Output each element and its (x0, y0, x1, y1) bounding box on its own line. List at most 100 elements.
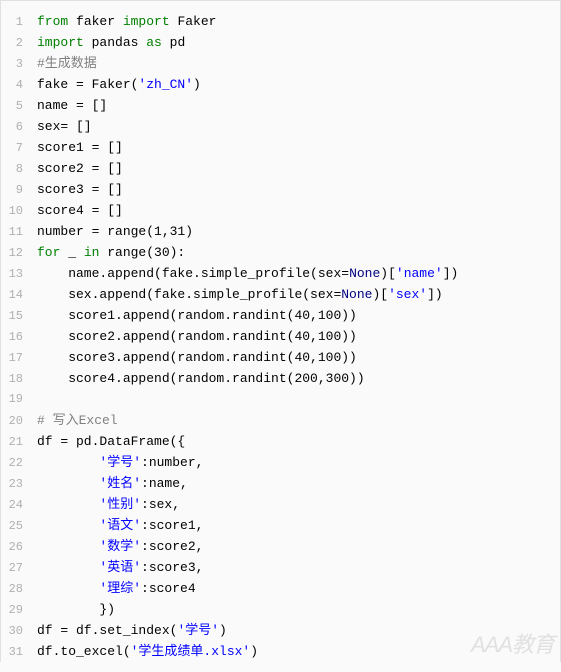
line-content: score2 = [] (37, 158, 560, 179)
code-line: 26 '数学':score2, (1, 536, 560, 557)
line-number: 15 (1, 306, 37, 327)
code-line: 8score2 = [] (1, 158, 560, 179)
line-content: score4.append(random.randint(200,300)) (37, 368, 560, 389)
token-str: '性别' (99, 497, 141, 512)
token-id: :name, (141, 476, 188, 491)
line-content: # 写入Excel (37, 410, 560, 431)
code-line: 9score3 = [] (1, 179, 560, 200)
token-str: 'zh_CN' (138, 77, 193, 92)
code-line: 19 (1, 389, 560, 410)
token-id: :score2, (141, 539, 203, 554)
line-content: df.to_excel('学生成绩单.xlsx') (37, 641, 560, 662)
line-content: '英语':score3, (37, 557, 560, 578)
code-line: 12for _ in range(30): (1, 242, 560, 263)
code-line: 10score4 = [] (1, 200, 560, 221)
line-number: 22 (1, 453, 37, 474)
line-number: 1 (1, 12, 37, 33)
line-number: 5 (1, 96, 37, 117)
line-content: }) (37, 599, 560, 620)
token-id: :score1, (141, 518, 203, 533)
line-number: 6 (1, 117, 37, 138)
line-number: 7 (1, 138, 37, 159)
code-line: 16 score2.append(random.randint(40,100)) (1, 326, 560, 347)
code-line: 6sex= [] (1, 116, 560, 137)
token-id: df = pd.DataFrame({ (37, 434, 185, 449)
line-number: 24 (1, 495, 37, 516)
token-str: '学号' (177, 623, 219, 638)
line-number: 4 (1, 75, 37, 96)
code-line: 7score1 = [] (1, 137, 560, 158)
line-content: number = range(1,31) (37, 221, 560, 242)
line-content: name.append(fake.simple_profile(sex=None… (37, 263, 560, 284)
line-number: 9 (1, 180, 37, 201)
token-id: score4 = [] (37, 203, 123, 218)
token-id: _ (60, 245, 83, 260)
code-line: 13 name.append(fake.simple_profile(sex=N… (1, 263, 560, 284)
line-number: 23 (1, 474, 37, 495)
line-content: score1.append(random.randint(40,100)) (37, 305, 560, 326)
token-id: number = range(1,31) (37, 224, 193, 239)
token-id (37, 539, 99, 554)
line-number: 2 (1, 33, 37, 54)
token-id: ]) (427, 287, 443, 302)
line-number: 27 (1, 558, 37, 579)
line-content: score3.append(random.randint(40,100)) (37, 347, 560, 368)
token-id: range(30): (99, 245, 185, 260)
line-content: import pandas as pd (37, 32, 560, 53)
line-number: 28 (1, 579, 37, 600)
line-number: 18 (1, 369, 37, 390)
token-kw: as (146, 35, 162, 50)
token-none: None (349, 266, 380, 281)
token-id: :score4 (141, 581, 196, 596)
token-id: }) (37, 602, 115, 617)
code-line: 29 }) (1, 599, 560, 620)
code-line: 25 '语文':score1, (1, 515, 560, 536)
line-content: name = [] (37, 95, 560, 116)
line-number: 30 (1, 621, 37, 642)
token-none: None (341, 287, 372, 302)
token-id: )[ (380, 266, 396, 281)
line-content: sex= [] (37, 116, 560, 137)
code-line: 14 sex.append(fake.simple_profile(sex=No… (1, 284, 560, 305)
code-line: 23 '姓名':name, (1, 473, 560, 494)
line-content: score2.append(random.randint(40,100)) (37, 326, 560, 347)
line-number: 29 (1, 600, 37, 621)
code-line: 5name = [] (1, 95, 560, 116)
token-kw: for (37, 245, 60, 260)
token-str: '姓名' (99, 476, 141, 491)
code-line: 28 '理综':score4 (1, 578, 560, 599)
line-number: 3 (1, 54, 37, 75)
token-id: score2 = [] (37, 161, 123, 176)
token-id: ) (219, 623, 227, 638)
token-id: ]) (443, 266, 459, 281)
line-number: 19 (1, 389, 37, 410)
token-str: 'name' (396, 266, 443, 281)
line-number: 31 (1, 642, 37, 663)
line-number: 25 (1, 516, 37, 537)
line-number: 14 (1, 285, 37, 306)
code-line: 22 '学号':number, (1, 452, 560, 473)
token-id (37, 476, 99, 491)
token-id: df.to_excel( (37, 644, 131, 659)
token-id: pd (162, 35, 185, 50)
token-id: :score3, (141, 560, 203, 575)
line-content: score4 = [] (37, 200, 560, 221)
token-id: name.append(fake.simple_profile(sex= (37, 266, 349, 281)
code-line: 1from faker import Faker (1, 11, 560, 32)
token-id: )[ (372, 287, 388, 302)
token-str: 'sex' (388, 287, 427, 302)
line-number: 21 (1, 432, 37, 453)
token-id: score3 = [] (37, 182, 123, 197)
line-content: '学号':number, (37, 452, 560, 473)
line-number: 8 (1, 159, 37, 180)
line-content: sex.append(fake.simple_profile(sex=None)… (37, 284, 560, 305)
token-id: :sex, (141, 497, 180, 512)
token-id: score4.append(random.randint(200,300)) (37, 371, 365, 386)
code-line: 21df = pd.DataFrame({ (1, 431, 560, 452)
line-number: 20 (1, 411, 37, 432)
token-id: Faker (170, 14, 217, 29)
code-line: 30df = df.set_index('学号') (1, 620, 560, 641)
line-content: '性别':sex, (37, 494, 560, 515)
code-line: 27 '英语':score3, (1, 557, 560, 578)
token-id: score1 = [] (37, 140, 123, 155)
